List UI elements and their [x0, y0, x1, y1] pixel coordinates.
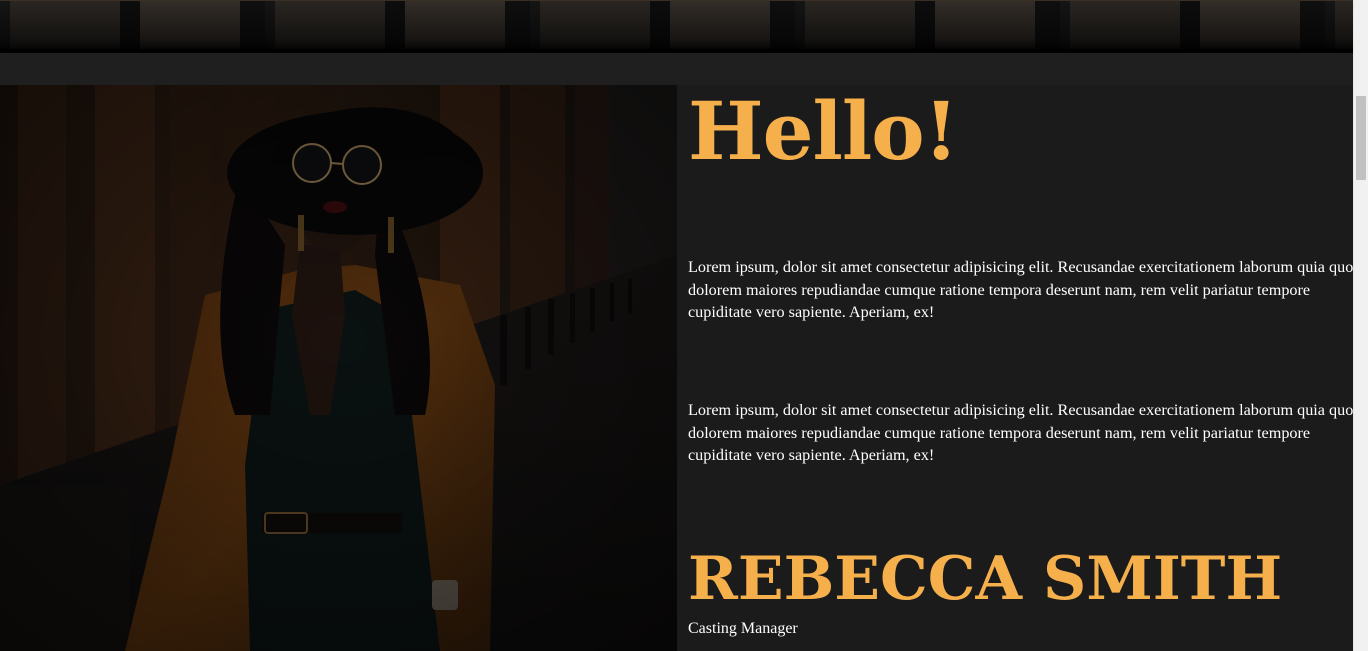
about-section: Hello! Lorem ipsum, dolor sit amet conse… [677, 85, 1353, 651]
nav-strip [0, 53, 1353, 85]
vertical-scrollbar[interactable] [1353, 0, 1368, 651]
scrollbar-thumb[interactable] [1356, 96, 1366, 180]
intro-paragraph: Lorem ipsum, dolor sit amet consectetur … [688, 401, 1353, 464]
person-name: REBECCA SMITH [688, 544, 1283, 614]
intro-paragraph: Lorem ipsum, dolor sit amet consectetur … [688, 258, 1353, 321]
page: Hello! Lorem ipsum, dolor sit amet conse… [0, 0, 1353, 651]
greeting-heading: Hello! [688, 84, 959, 178]
person-role: Casting Manager [688, 620, 798, 637]
top-banner-image [0, 0, 1353, 53]
portrait-photo [0, 85, 677, 651]
